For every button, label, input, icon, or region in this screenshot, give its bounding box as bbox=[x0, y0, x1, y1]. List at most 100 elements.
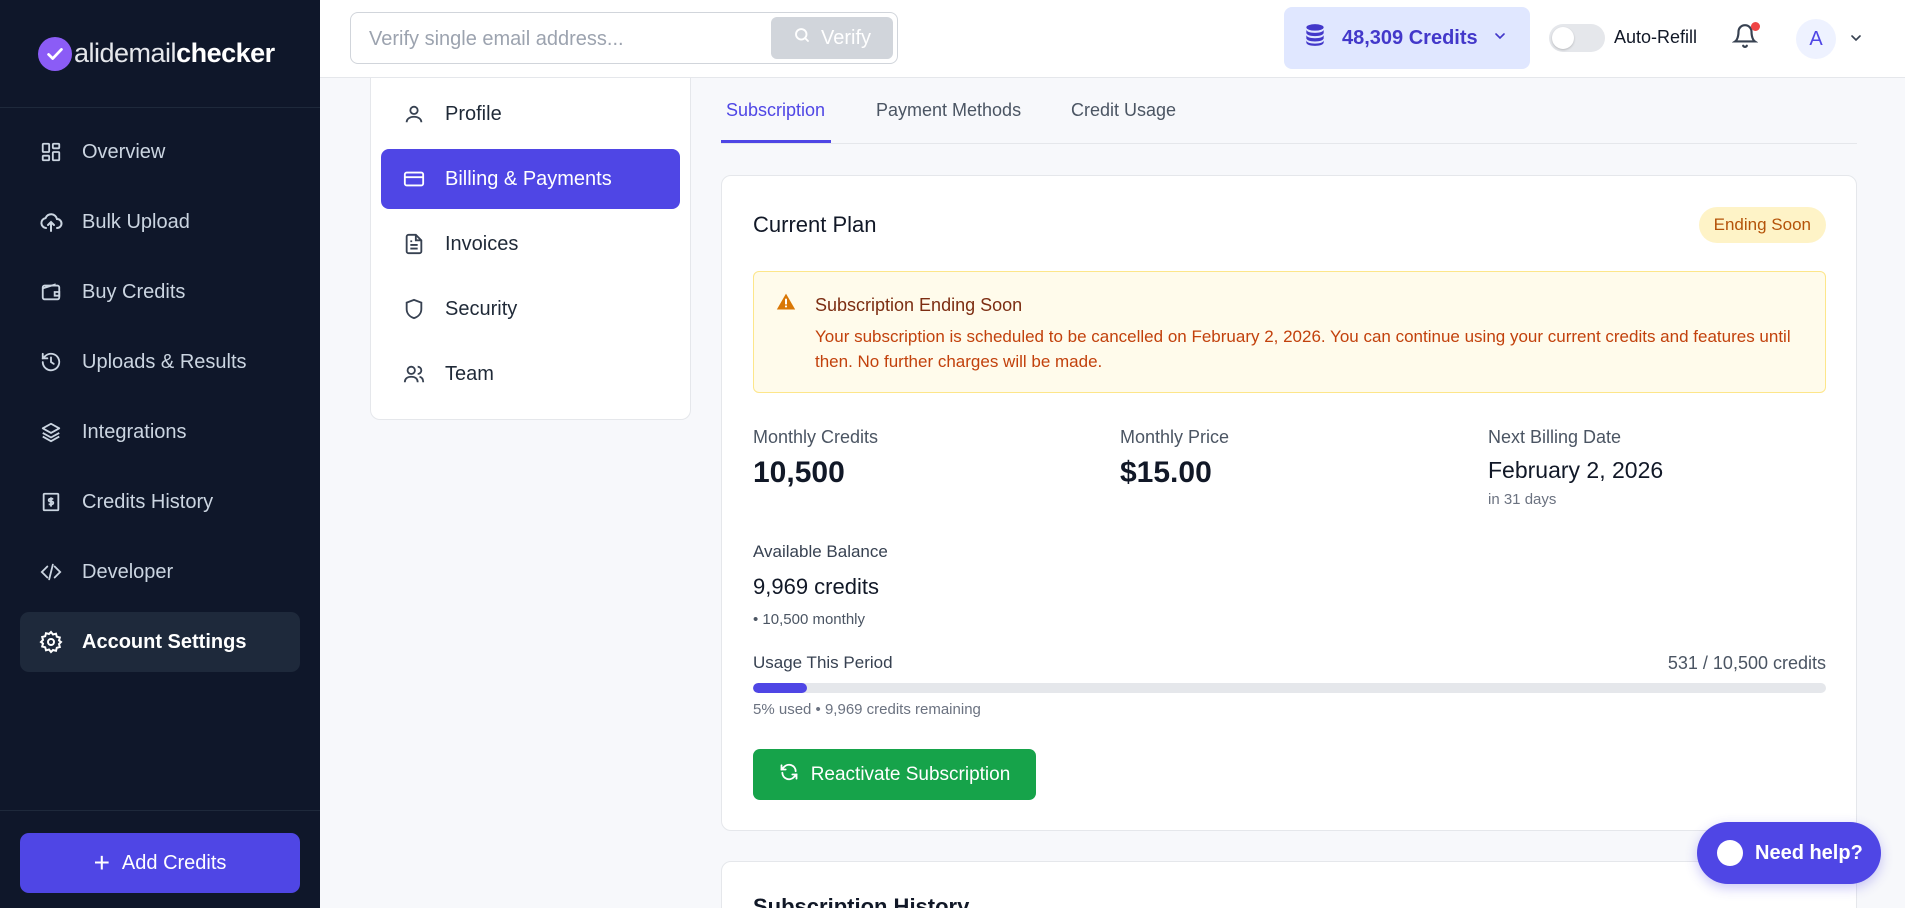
toggle-knob bbox=[1552, 27, 1574, 49]
card-title: Subscription History bbox=[753, 894, 970, 908]
sidebar-item-label: Overview bbox=[82, 140, 166, 163]
verify-button[interactable]: Verify bbox=[771, 17, 893, 59]
layers-icon bbox=[38, 419, 64, 445]
code-icon bbox=[38, 559, 64, 585]
menu-item-team[interactable]: Team bbox=[381, 344, 680, 404]
logo[interactable]: alidemailchecker bbox=[0, 0, 320, 108]
subscription-history-card: Subscription History bbox=[721, 861, 1857, 908]
receipt-dollar-icon bbox=[38, 489, 64, 515]
monthly-price-value: $15.00 bbox=[1120, 456, 1212, 489]
sidebar-item-buy-credits[interactable]: Buy Credits bbox=[20, 262, 300, 322]
sidebar-item-integrations[interactable]: Integrations bbox=[20, 402, 300, 462]
credit-card-icon bbox=[401, 166, 427, 192]
sidebar-nav: Overview Bulk Upload Buy Credits Uploads… bbox=[0, 108, 320, 672]
monthly-price-label: Monthly Price bbox=[1120, 427, 1230, 447]
menu-item-label: Profile bbox=[445, 102, 502, 125]
check-icon bbox=[38, 36, 72, 71]
grid-icon bbox=[38, 139, 64, 165]
monthly-credits-label: Monthly Credits bbox=[753, 427, 879, 447]
plus-icon: + bbox=[93, 847, 110, 878]
sidebar-item-developer[interactable]: Developer bbox=[20, 542, 300, 602]
reactivate-label: Reactivate Subscription bbox=[810, 763, 1011, 785]
billing-tabs: Subscription Payment Methods Credit Usag… bbox=[721, 78, 1857, 144]
next-billing-countdown: in 31 days bbox=[1488, 491, 1557, 508]
refresh-icon bbox=[779, 762, 799, 788]
available-balance-label: Available Balance bbox=[753, 542, 888, 561]
coins-icon bbox=[1302, 22, 1328, 54]
history-icon bbox=[38, 349, 64, 375]
alert-body: Your subscription is scheduled to be can… bbox=[815, 327, 1791, 371]
usage-count: 531 / 10,500 credits bbox=[1667, 653, 1826, 673]
gear-icon bbox=[38, 629, 64, 655]
menu-item-invoices[interactable]: Invoices bbox=[381, 214, 680, 274]
bell-icon bbox=[1731, 24, 1759, 54]
tab-payment-methods[interactable]: Payment Methods bbox=[876, 100, 1021, 121]
available-balance-sub: • 10,500 monthly bbox=[753, 611, 865, 628]
search-icon bbox=[793, 26, 811, 50]
verify-email-input[interactable] bbox=[369, 25, 729, 53]
shield-icon bbox=[401, 296, 427, 322]
auto-refill-label: Auto-Refill bbox=[1614, 27, 1698, 47]
sidebar-item-label: Uploads & Results bbox=[82, 350, 247, 373]
sidebar-item-label: Developer bbox=[82, 560, 174, 583]
verify-email-form: Verify bbox=[350, 12, 898, 64]
wallet-icon bbox=[38, 279, 64, 305]
reactivate-subscription-button[interactable]: Reactivate Subscription bbox=[753, 749, 1036, 800]
logo-text: alidemailchecker bbox=[74, 38, 275, 68]
sidebar-item-label: Buy Credits bbox=[82, 280, 186, 303]
sidebar-footer: + Add Credits bbox=[0, 810, 320, 908]
sidebar-item-uploads-results[interactable]: Uploads & Results bbox=[20, 332, 300, 392]
menu-item-label: Team bbox=[445, 362, 494, 385]
chevron-down-icon[interactable] bbox=[1848, 30, 1864, 51]
notifications-button[interactable] bbox=[1731, 22, 1762, 54]
avatar[interactable]: A bbox=[1796, 19, 1836, 59]
card-title: Current Plan bbox=[753, 212, 877, 237]
usage-progress-fill bbox=[753, 683, 807, 693]
available-balance-value: 9,969 credits bbox=[753, 574, 879, 599]
chevron-down-icon bbox=[1492, 27, 1508, 50]
need-help-button[interactable]: Need help? bbox=[1697, 822, 1881, 884]
menu-item-label: Security bbox=[445, 297, 518, 320]
menu-item-label: Billing & Payments bbox=[445, 167, 612, 190]
cloud-upload-icon bbox=[38, 209, 64, 235]
menu-item-profile[interactable]: Profile bbox=[381, 84, 680, 144]
active-tab-indicator bbox=[721, 140, 831, 143]
credits-dropdown[interactable]: 48,309 Credits bbox=[1284, 7, 1530, 69]
menu-item-security[interactable]: Security bbox=[381, 279, 680, 339]
alert-title: Subscription Ending Soon bbox=[815, 295, 1023, 315]
tab-credit-usage[interactable]: Credit Usage bbox=[1071, 100, 1176, 121]
sidebar-item-label: Bulk Upload bbox=[82, 210, 190, 233]
settings-menu: Profile Billing & Payments Invoices Secu… bbox=[370, 78, 691, 420]
status-badge: Ending Soon bbox=[1698, 207, 1826, 243]
next-billing-label: Next Billing Date bbox=[1488, 427, 1622, 447]
sidebar-item-label: Integrations bbox=[82, 420, 187, 443]
sidebar-item-account-settings[interactable]: Account Settings bbox=[20, 612, 300, 672]
usage-progress-bar bbox=[753, 683, 1826, 693]
users-icon bbox=[401, 361, 427, 387]
sidebar: alidemailchecker Overview Bulk Upload Bu… bbox=[0, 0, 320, 908]
menu-item-billing[interactable]: Billing & Payments bbox=[381, 149, 680, 209]
chat-bubble-icon bbox=[1717, 840, 1743, 866]
usage-summary: 5% used • 9,969 credits remaining bbox=[753, 701, 981, 718]
menu-item-label: Invoices bbox=[445, 232, 519, 255]
usage-label: Usage This Period bbox=[753, 653, 893, 672]
user-icon bbox=[401, 101, 427, 127]
notification-dot bbox=[1751, 22, 1760, 31]
warning-icon bbox=[776, 292, 796, 317]
document-icon bbox=[401, 231, 427, 257]
sidebar-item-label: Account Settings bbox=[82, 630, 247, 653]
current-plan-card: Current Plan Ending Soon Subscription En… bbox=[721, 175, 1857, 831]
topbar: Verify 48,309 Credits Auto-Refill A bbox=[320, 0, 1905, 78]
tab-subscription[interactable]: Subscription bbox=[726, 100, 825, 121]
sidebar-item-bulk-upload[interactable]: Bulk Upload bbox=[20, 192, 300, 252]
sidebar-item-credits-history[interactable]: Credits History bbox=[20, 472, 300, 532]
sidebar-item-label: Credits History bbox=[82, 490, 214, 513]
verify-label: Verify bbox=[820, 26, 872, 49]
next-billing-date: February 2, 2026 bbox=[1488, 457, 1664, 483]
subscription-alert: Subscription Ending Soon Your subscripti… bbox=[753, 271, 1826, 393]
credits-balance: 48,309 Credits bbox=[1342, 26, 1478, 49]
monthly-credits-value: 10,500 bbox=[753, 456, 845, 489]
add-credits-button[interactable]: + Add Credits bbox=[20, 833, 300, 893]
auto-refill-toggle[interactable] bbox=[1549, 24, 1605, 52]
sidebar-item-overview[interactable]: Overview bbox=[20, 122, 300, 182]
